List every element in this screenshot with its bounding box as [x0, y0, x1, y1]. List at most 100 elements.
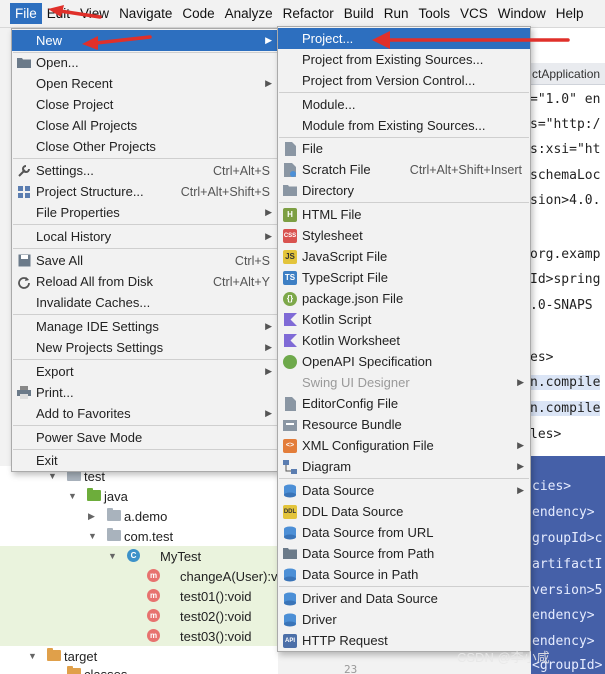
menu-file[interactable]: File [10, 3, 42, 24]
tree-label: test01():void [180, 588, 252, 604]
menu-item-project-from-existing-sources[interactable]: Project from Existing Sources... [278, 49, 530, 70]
tree-label: com.test [124, 528, 174, 544]
menu-window[interactable]: Window [493, 3, 551, 24]
menu-item-label: Project from Version Control... [302, 73, 476, 88]
menu-item-print[interactable]: Print... [12, 382, 278, 403]
tree-row[interactable]: m test03():void [0, 626, 278, 646]
menu-item-driver-and-data-source[interactable]: Driver and Data Source [278, 588, 530, 609]
menu-item-project[interactable]: Project... [278, 28, 530, 49]
submenu-arrow-icon: ▶ [517, 440, 524, 450]
menu-item-resource-bundle[interactable]: Resource Bundle [278, 414, 530, 435]
menu-item-data-source[interactable]: Data Source ▶ [278, 480, 530, 501]
menu-item-xml-configuration-file[interactable]: <> XML Configuration File ▶ [278, 435, 530, 456]
menu-item-file[interactable]: File [278, 138, 530, 159]
folder-icon [87, 488, 101, 501]
tree-row[interactable]: classes [0, 664, 278, 674]
menu-item-open[interactable]: Open... [12, 52, 278, 73]
menu-item-driver[interactable]: Driver [278, 609, 530, 630]
chevron-down-icon[interactable]: ▼ [68, 491, 77, 501]
menu-item-exit[interactable]: Exit [12, 450, 278, 471]
menu-item-module[interactable]: Module... [278, 94, 530, 115]
menu-run[interactable]: Run [379, 3, 414, 24]
file-icon [283, 141, 297, 156]
package-json-icon: {} [283, 291, 297, 306]
menu-item-editorconfig-file[interactable]: EditorConfig File [278, 393, 530, 414]
chevron-down-icon[interactable]: ▼ [108, 551, 117, 561]
menu-item-stylesheet[interactable]: CSS Stylesheet [278, 225, 530, 246]
menu-item-typescript-file[interactable]: TS TypeScript File [278, 267, 530, 288]
menu-item-ddl-data-source[interactable]: DDL DDL Data Source [278, 501, 530, 522]
tree-row[interactable]: m test02():void [0, 606, 278, 626]
editor-tab[interactable]: ctApplication [530, 63, 605, 85]
menu-item-close-project[interactable]: Close Project [12, 94, 278, 115]
menu-item-close-all-projects[interactable]: Close All Projects [12, 115, 278, 136]
xml-line: endency> [532, 608, 595, 623]
menu-item-manage-ide-settings[interactable]: Manage IDE Settings ▶ [12, 316, 278, 337]
menu-item-data-source-from-url[interactable]: Data Source from URL [278, 522, 530, 543]
menu-item-module-from-existing-sources[interactable]: Module from Existing Sources... [278, 115, 530, 136]
menu-item-diagram[interactable]: Diagram ▶ [278, 456, 530, 477]
menu-item-package-json[interactable]: {} package.json File [278, 288, 530, 309]
tree-label: MyTest [160, 548, 202, 564]
shortcut-label: Ctrl+Alt+Shift+S [180, 184, 270, 199]
menu-analyze[interactable]: Analyze [220, 3, 278, 24]
menu-item-project-structure[interactable]: Project Structure... Ctrl+Alt+Shift+S [12, 181, 278, 202]
chevron-right-icon[interactable]: ▶ [88, 511, 95, 522]
code-editor[interactable]: ctApplication ="1.0" en s="http:/ s:xsi=… [530, 28, 605, 674]
menu-view[interactable]: View [75, 3, 114, 24]
chevron-down-icon[interactable]: ▼ [48, 471, 57, 481]
menu-item-power-save-mode[interactable]: Power Save Mode [12, 427, 278, 448]
menu-navigate[interactable]: Navigate [114, 3, 177, 24]
code-line: ="1.0" en [530, 92, 601, 107]
menu-refactor[interactable]: Refactor [278, 3, 339, 24]
chevron-down-icon[interactable]: ▼ [88, 531, 97, 541]
folder-icon [67, 666, 81, 674]
menu-item-new[interactable]: New ▶ [12, 30, 278, 51]
menu-item-new-projects-settings[interactable]: New Projects Settings ▶ [12, 337, 278, 358]
menu-item-local-history[interactable]: Local History ▶ [12, 226, 278, 247]
tree-row[interactable]: ▶ a.demo [0, 506, 278, 526]
menu-vcs[interactable]: VCS [455, 3, 493, 24]
menu-item-label: Local History [36, 229, 112, 244]
tree-label: test02():void [180, 608, 252, 624]
tree-row[interactable]: ▼ target [0, 646, 278, 666]
tree-label: a.demo [124, 508, 168, 524]
chevron-down-icon[interactable]: ▼ [28, 651, 37, 661]
js-icon: JS [283, 249, 297, 264]
menu-item-kotlin-script[interactable]: Kotlin Script [278, 309, 530, 330]
directory-icon [283, 184, 297, 198]
menu-tools[interactable]: Tools [414, 3, 456, 24]
tree-row[interactable]: m test01():void [0, 586, 278, 606]
menu-item-data-source-from-path[interactable]: Data Source from Path [278, 543, 530, 564]
menu-item-close-other-projects[interactable]: Close Other Projects [12, 136, 278, 157]
kotlin-icon [283, 312, 297, 327]
menu-help[interactable]: Help [551, 3, 589, 24]
menu-item-project-from-vcs[interactable]: Project from Version Control... [278, 70, 530, 91]
menu-item-scratch-file[interactable]: Scratch File Ctrl+Alt+Shift+Insert [278, 159, 530, 180]
menu-separator [13, 425, 277, 426]
menu-build[interactable]: Build [339, 3, 379, 24]
menu-item-open-recent[interactable]: Open Recent ▶ [12, 73, 278, 94]
menu-item-kotlin-worksheet[interactable]: Kotlin Worksheet [278, 330, 530, 351]
menu-item-export[interactable]: Export ▶ [12, 361, 278, 382]
menu-item-data-source-in-path[interactable]: Data Source in Path [278, 564, 530, 585]
menu-code[interactable]: Code [177, 3, 219, 24]
menu-item-directory[interactable]: Directory [278, 180, 530, 201]
tree-row[interactable]: ▼ java [0, 486, 278, 506]
menu-item-swing-ui-designer[interactable]: Swing UI Designer ▶ [278, 372, 530, 393]
menu-edit[interactable]: Edit [42, 3, 75, 24]
menu-item-add-to-favorites[interactable]: Add to Favorites ▶ [12, 403, 278, 424]
menu-item-file-properties[interactable]: File Properties ▶ [12, 202, 278, 223]
menu-item-reload-all[interactable]: Reload All from Disk Ctrl+Alt+Y [12, 271, 278, 292]
tree-row[interactable]: m changeA(User):vo [0, 566, 285, 586]
menu-item-html-file[interactable]: H HTML File [278, 204, 530, 225]
tree-row[interactable]: ▼ com.test [0, 526, 278, 546]
menu-item-label: Open... [36, 55, 79, 70]
menu-item-settings[interactable]: Settings... Ctrl+Alt+S [12, 160, 278, 181]
menu-item-invalidate-caches[interactable]: Invalidate Caches... [12, 292, 278, 313]
tree-row[interactable]: ▼ C MyTest [0, 546, 278, 566]
menu-item-openapi-specification[interactable]: OpenAPI Specification [278, 351, 530, 372]
tree-label: target [64, 648, 98, 664]
menu-item-javascript-file[interactable]: JS JavaScript File [278, 246, 530, 267]
menu-item-save-all[interactable]: Save All Ctrl+S [12, 250, 278, 271]
